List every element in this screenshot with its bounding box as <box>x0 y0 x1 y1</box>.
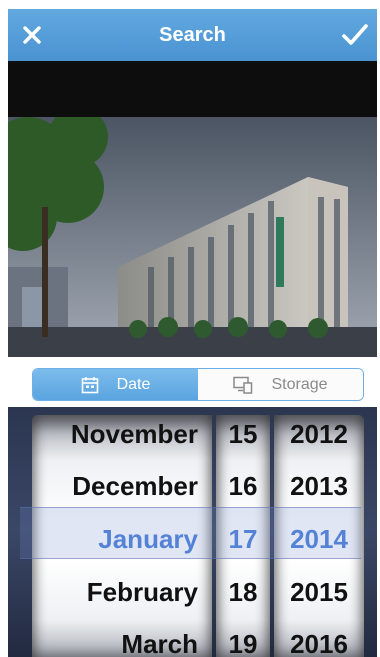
street-photo <box>8 117 377 357</box>
month-option[interactable]: February <box>32 566 212 618</box>
date-picker: November December January February March… <box>8 407 377 657</box>
tab-storage-label: Storage <box>271 375 328 393</box>
devices-icon <box>233 376 253 394</box>
tab-date-label: Date <box>116 375 151 393</box>
year-option[interactable]: 2016 <box>274 618 364 657</box>
tab-storage[interactable]: Storage <box>198 369 363 400</box>
month-selected[interactable]: January <box>32 513 212 565</box>
year-selected[interactable]: 2014 <box>274 513 364 565</box>
day-option[interactable]: 18 <box>216 566 270 618</box>
month-option[interactable]: March <box>32 618 212 657</box>
day-option[interactable]: 19 <box>216 618 270 657</box>
month-option[interactable]: December <box>32 460 212 512</box>
year-option[interactable]: 2015 <box>274 566 364 618</box>
checkmark-icon <box>342 24 368 45</box>
day-selected[interactable]: 17 <box>216 513 270 565</box>
header-bar: Search <box>8 9 377 61</box>
year-option[interactable]: 2012 <box>274 415 364 460</box>
app-window: Search Date Storage November December Ja… <box>8 9 377 657</box>
top-black-bar <box>8 61 377 117</box>
year-option[interactable]: 2013 <box>274 460 364 512</box>
day-option[interactable]: 15 <box>216 415 270 460</box>
month-wheel[interactable]: November December January February March <box>32 415 212 657</box>
page-title: Search <box>159 24 226 46</box>
segment-area: Date Storage <box>8 357 377 407</box>
mode-segmented-control: Date Storage <box>32 368 364 401</box>
day-wheel[interactable]: 15 16 17 18 19 <box>216 415 270 657</box>
year-wheel[interactable]: 2012 2013 2014 2015 2016 <box>274 415 364 657</box>
day-option[interactable]: 16 <box>216 460 270 512</box>
confirm-button[interactable] <box>339 19 371 51</box>
calendar-icon <box>81 376 98 393</box>
tab-date[interactable]: Date <box>33 369 198 400</box>
month-option[interactable]: November <box>32 415 212 460</box>
